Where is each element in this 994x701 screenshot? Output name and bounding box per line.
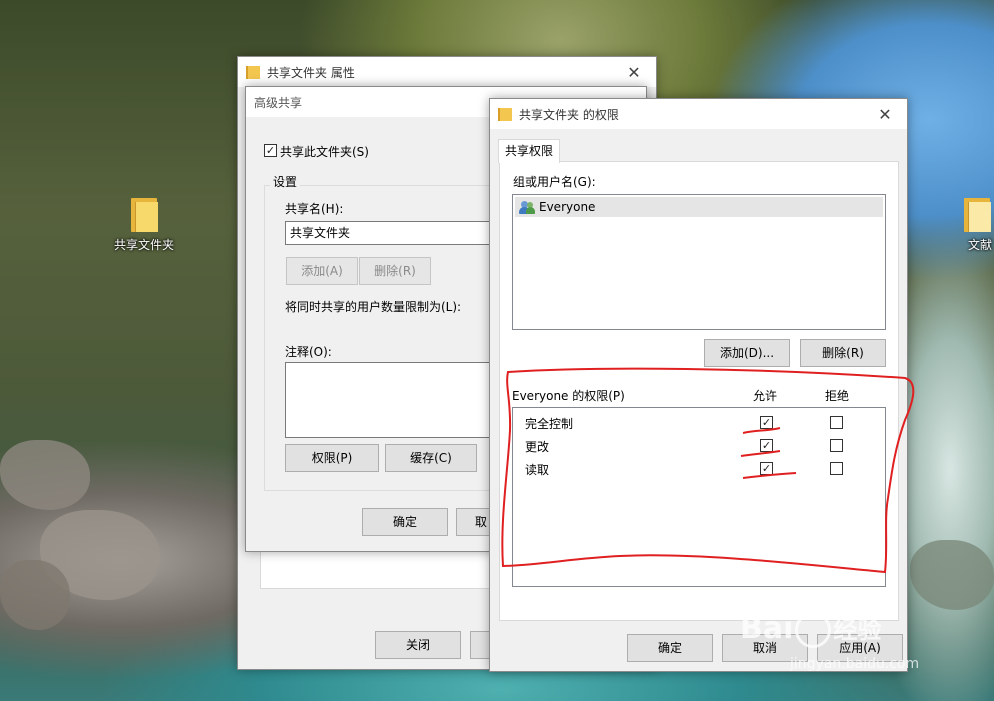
watermark-suffix: 经验 (833, 616, 882, 644)
watermark-brand: Bai (740, 611, 794, 646)
paw-icon (795, 611, 832, 648)
annotation-underline (742, 427, 781, 434)
annotation-underline (742, 472, 797, 479)
annotation-underline (740, 450, 781, 457)
annotation-outline (501, 367, 915, 574)
watermark-url: jingyan.baidu.com (790, 656, 920, 672)
red-annotation-overlay (501, 367, 915, 574)
watermark-logo: Bai 经验 (740, 610, 881, 648)
